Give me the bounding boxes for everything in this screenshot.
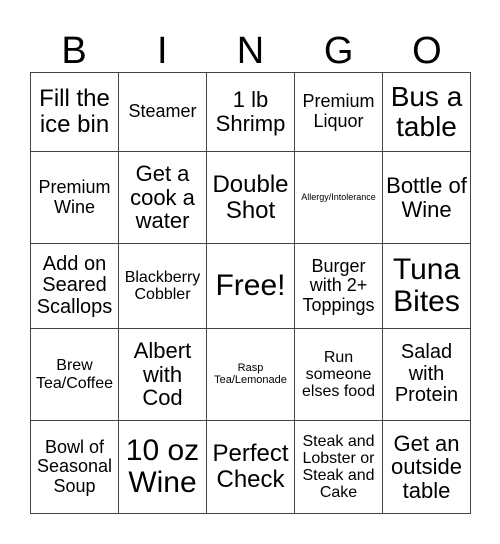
bingo-cell[interactable]: Burger with 2+ Toppings (294, 243, 383, 329)
header-letter-i: I (157, 30, 168, 72)
bingo-cell[interactable]: Steak and Lobster or Steak and Cake (294, 420, 383, 514)
bingo-cell[interactable]: Run someone elses food (294, 327, 383, 422)
bingo-cell[interactable]: Blackberry Cobbler (118, 243, 207, 329)
bingo-cell[interactable]: Albert with Cod (118, 327, 207, 422)
bingo-cell[interactable]: Tuna Bites (382, 243, 471, 329)
bingo-row: Premium Wine Get a cook a water Double S… (30, 150, 471, 245)
bingo-cell[interactable]: Fill the ice bin (30, 72, 119, 152)
bingo-row: Brew Tea/Coffee Albert with Cod Rasp Tea… (30, 327, 471, 422)
header-letter-g: G (323, 30, 354, 72)
bingo-cell[interactable]: 10 oz Wine (118, 420, 207, 514)
header-letter-o: O (412, 30, 442, 72)
free-space[interactable]: Free! (206, 243, 295, 329)
bingo-row: Add on Seared Scallops Blackberry Cobble… (30, 243, 471, 329)
bingo-cell[interactable]: Steamer (118, 72, 207, 152)
header-letter-n: N (236, 30, 265, 72)
bingo-cell[interactable]: Bus a table (382, 72, 471, 152)
bingo-cell[interactable]: Brew Tea/Coffee (30, 327, 119, 422)
bingo-cell[interactable]: Premium Wine (30, 150, 119, 245)
bingo-cell[interactable]: 1 lb Shrimp (206, 72, 295, 152)
bingo-cell[interactable]: Get an outside table (382, 420, 471, 514)
bingo-card: Fill the ice bin Steamer 1 lb Shrimp Pre… (30, 72, 471, 514)
bingo-row: Fill the ice bin Steamer 1 lb Shrimp Pre… (30, 72, 471, 152)
bingo-cell[interactable]: Salad with Protein (382, 327, 471, 422)
bingo-cell[interactable]: Get a cook a water (118, 150, 207, 245)
bingo-cell[interactable]: Perfect Check (206, 420, 295, 514)
bingo-cell[interactable]: Allergy/Intolerance (294, 150, 383, 245)
bingo-cell[interactable]: Bowl of Seasonal Soup (30, 420, 119, 514)
bingo-row: Bowl of Seasonal Soup 10 oz Wine Perfect… (30, 420, 471, 514)
header-letter-b: B (61, 30, 87, 72)
bingo-cell[interactable]: Rasp Tea/Lemonade (206, 327, 295, 422)
bingo-cell[interactable]: Double Shot (206, 150, 295, 245)
bingo-cell[interactable]: Bottle of Wine (382, 150, 471, 245)
bingo-cell[interactable]: Premium Liquor (294, 72, 383, 152)
bingo-cell[interactable]: Add on Seared Scallops (30, 243, 119, 329)
bingo-header: B I N G O (30, 30, 471, 72)
